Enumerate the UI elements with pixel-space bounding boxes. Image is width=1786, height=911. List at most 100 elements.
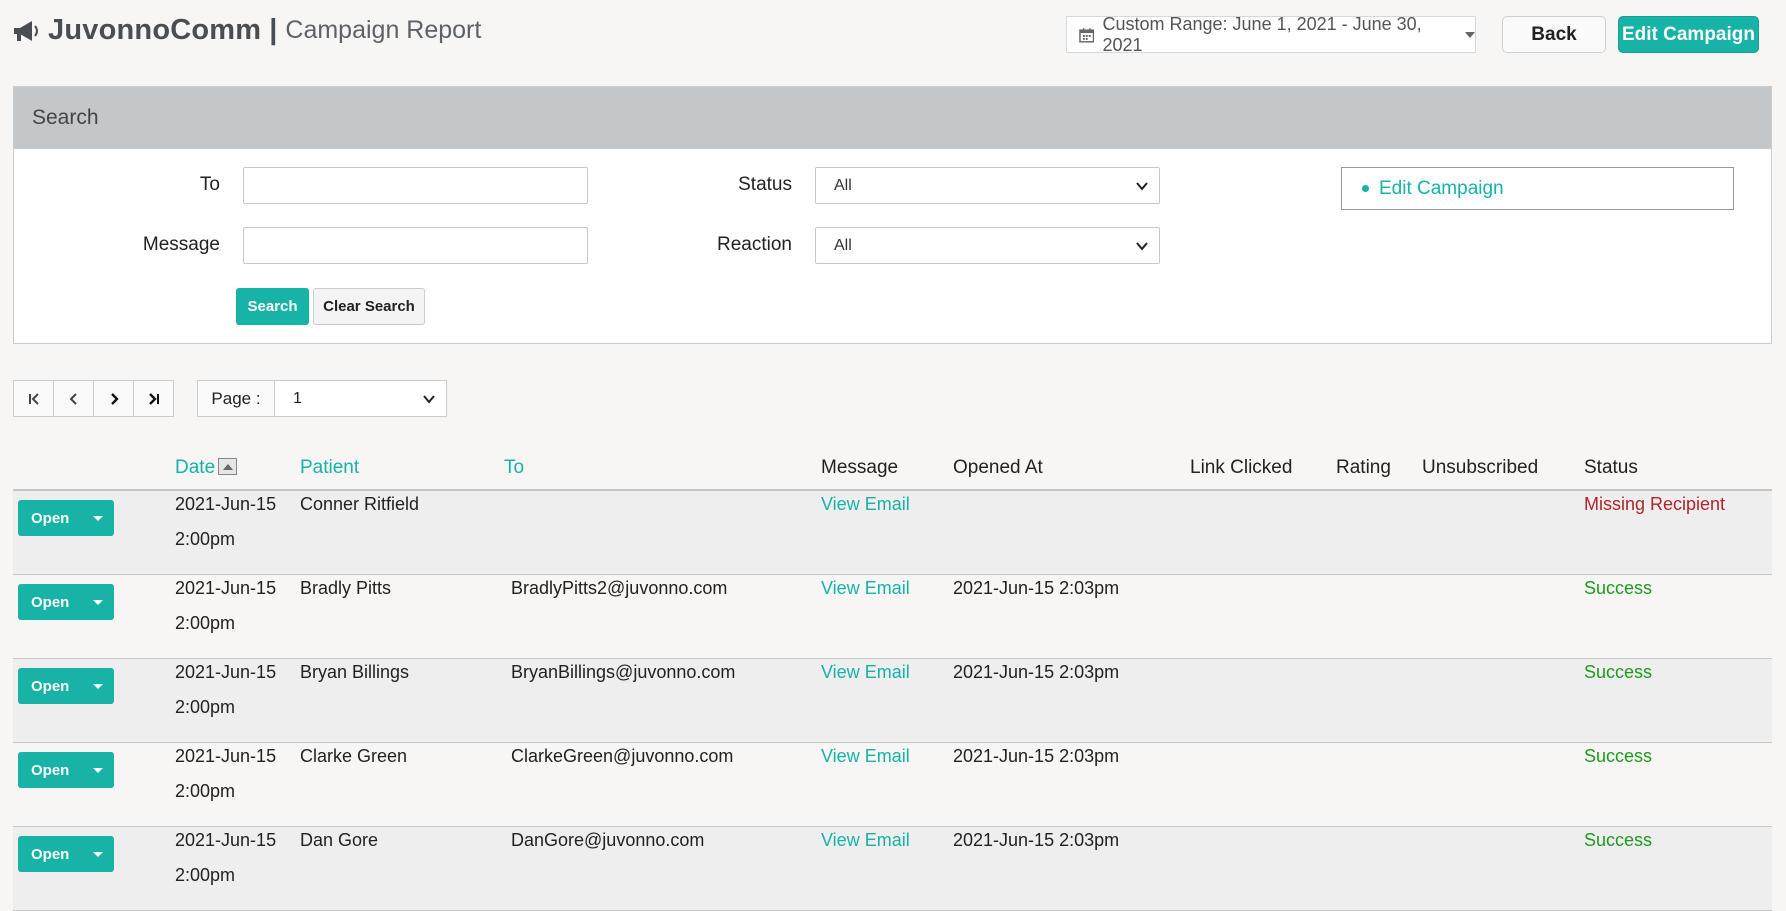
message-input[interactable] (243, 227, 588, 264)
column-opened-at: Opened At (953, 457, 1043, 478)
row-patient: Conner Ritfield (300, 494, 420, 514)
date-range-picker[interactable]: Custom Range: June 1, 2021 - June 30, 20… (1066, 13, 1476, 55)
search-button[interactable]: Search (236, 288, 309, 325)
edit-campaign-button[interactable]: Edit Campaign (1618, 16, 1759, 53)
column-to[interactable]: To (504, 457, 524, 479)
row-date: 2021-Jun-15 2:00pm (175, 655, 276, 725)
calendar-icon (1079, 27, 1095, 43)
column-date-label: Date (175, 457, 216, 478)
open-button-label: Open (31, 845, 70, 863)
row-opened-at: 2021-Jun-15 2:03pm (953, 830, 1120, 850)
caret-down-icon (1465, 31, 1475, 38)
sort-asc-icon[interactable] (218, 458, 238, 475)
chevron-down-icon (1136, 182, 1148, 191)
page-header: JuvonnoComm | Campaign Report Custom Ran… (0, 0, 1786, 70)
reaction-select[interactable]: All (815, 227, 1160, 264)
open-button[interactable]: Open (18, 752, 114, 788)
first-page-button[interactable] (13, 380, 54, 417)
page-selector: Page : 1 (197, 380, 447, 417)
last-page-button[interactable] (133, 380, 174, 417)
clear-search-button[interactable]: Clear Search (313, 288, 425, 325)
row-patient: Bradly Pitts (300, 578, 392, 598)
app-name: JuvonnoComm (48, 14, 262, 46)
column-message: Message (821, 457, 899, 478)
row-date: 2021-Jun-15 2:00pm (175, 487, 276, 557)
table-row: Open 2021-Jun-15 2:00pm Dan Gore DanGore… (13, 827, 1772, 911)
date-range-label: Custom Range: June 1, 2021 - June 30, 20… (1102, 13, 1422, 55)
table-header: Date Patient To Message Opened At Link C… (13, 446, 1772, 491)
row-date-time: 2:00pm (175, 529, 236, 549)
next-page-button[interactable] (93, 380, 134, 417)
row-date: 2021-Jun-15 2:00pm (175, 823, 276, 893)
column-status: Status (1584, 457, 1638, 478)
chevron-down-icon (1136, 242, 1148, 251)
column-date[interactable]: Date (175, 457, 238, 479)
table-row: Open 2021-Jun-15 2:00pm Conner Ritfield … (13, 491, 1772, 575)
page-label: Page : (197, 380, 275, 417)
message-label: Message (142, 234, 220, 255)
row-status: Success (1584, 746, 1653, 766)
row-date: 2021-Jun-15 2:00pm (175, 571, 276, 641)
row-date-time: 2:00pm (175, 865, 236, 885)
reaction-select-value: All (834, 236, 852, 254)
open-button-label: Open (31, 593, 70, 611)
open-button[interactable]: Open (18, 500, 114, 536)
row-patient: Bryan Billings (300, 662, 410, 682)
search-panel: Search To Message Status All Reaction Al… (13, 86, 1772, 344)
pagination-nav (13, 380, 174, 417)
page-title: Campaign Report (285, 16, 482, 44)
row-status: Success (1584, 578, 1653, 598)
table-row: Open 2021-Jun-15 2:00pm Bryan Billings B… (13, 659, 1772, 743)
search-panel-title: Search (14, 87, 1771, 149)
first-page-icon (28, 392, 39, 405)
view-email-link[interactable]: View Email (821, 739, 910, 774)
row-date-day: 2021-Jun-15 (175, 830, 277, 850)
campaign-report-table: Date Patient To Message Opened At Link C… (13, 446, 1772, 911)
status-select[interactable]: All (815, 167, 1160, 204)
dropdown-caret-icon[interactable] (82, 668, 114, 704)
row-date-day: 2021-Jun-15 (175, 746, 277, 766)
open-button-label: Open (31, 761, 70, 779)
open-button[interactable]: Open (18, 668, 114, 704)
open-button[interactable]: Open (18, 836, 114, 872)
dropdown-caret-icon[interactable] (82, 500, 114, 536)
row-date-time: 2:00pm (175, 613, 236, 633)
view-email-link[interactable]: View Email (821, 571, 910, 606)
dropdown-caret-icon[interactable] (82, 584, 114, 620)
column-unsubscribed: Unsubscribed (1422, 457, 1539, 478)
prev-page-button[interactable] (53, 380, 94, 417)
to-input[interactable] (243, 167, 588, 204)
status-select-value: All (834, 176, 852, 194)
dropdown-caret-icon[interactable] (82, 836, 114, 872)
to-label: To (199, 174, 220, 195)
chevron-down-icon (423, 395, 435, 404)
status-label: Status (738, 174, 792, 195)
row-patient: Dan Gore (300, 830, 379, 850)
open-button[interactable]: Open (18, 584, 114, 620)
back-button[interactable]: Back (1502, 16, 1606, 53)
row-to: BradlyPitts2@juvonno.com (511, 578, 728, 598)
view-email-link[interactable]: View Email (821, 823, 910, 858)
reaction-label: Reaction (717, 234, 792, 255)
row-opened-at: 2021-Jun-15 2:03pm (953, 662, 1120, 682)
page-select[interactable]: 1 (274, 380, 447, 417)
edit-campaign-link-box: Edit Campaign (1341, 167, 1734, 210)
view-email-link[interactable]: View Email (821, 487, 910, 522)
row-date-day: 2021-Jun-15 (175, 578, 277, 598)
last-page-icon (148, 392, 159, 405)
column-rating: Rating (1336, 457, 1391, 478)
page-select-value: 1 (293, 389, 302, 407)
column-patient[interactable]: Patient (300, 457, 359, 479)
edit-campaign-link[interactable]: Edit Campaign (1379, 178, 1504, 200)
row-date-time: 2:00pm (175, 781, 236, 801)
dropdown-caret-icon[interactable] (82, 752, 114, 788)
row-date-day: 2021-Jun-15 (175, 494, 277, 514)
view-email-link[interactable]: View Email (821, 655, 910, 690)
table-row: Open 2021-Jun-15 2:00pm Clarke Green Cla… (13, 743, 1772, 827)
megaphone-icon (14, 20, 38, 41)
chevron-right-icon (110, 392, 119, 405)
row-to: ClarkeGreen@juvonno.com (511, 746, 734, 766)
row-status: Success (1584, 830, 1653, 850)
table-row: Open 2021-Jun-15 2:00pm Bradly Pitts Bra… (13, 575, 1772, 659)
row-opened-at: 2021-Jun-15 2:03pm (953, 578, 1120, 598)
